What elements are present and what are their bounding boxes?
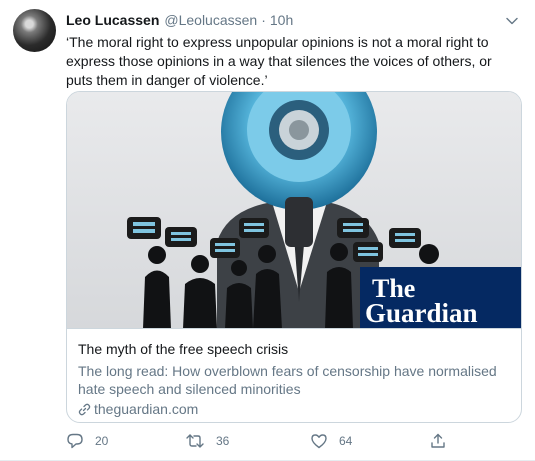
like-count: 64 [339, 434, 353, 448]
share-button[interactable] [429, 430, 447, 452]
timestamp[interactable]: 10h [270, 12, 293, 28]
card-description: The long read: How overblown fears of ce… [78, 363, 497, 397]
heart-icon [311, 434, 327, 449]
tweet-text: ‘The moral right to express unpopular op… [66, 34, 492, 88]
card-domain-text: theguardian.com [94, 401, 199, 417]
like-button[interactable]: 64 [310, 430, 352, 452]
link-card[interactable]: The Guardian The myth of the free speech… [66, 91, 522, 423]
more-options-button[interactable] [503, 12, 521, 30]
chevron-down-icon [506, 17, 518, 25]
guardian-logo-line2: Guardian [365, 298, 478, 328]
card-title[interactable]: The myth of the free speech crisis [78, 340, 512, 359]
author-name[interactable]: Leo Lucassen [66, 12, 159, 28]
reply-count: 20 [95, 434, 109, 448]
share-icon [431, 433, 445, 448]
link-icon [78, 403, 91, 416]
retweet-icon [186, 434, 204, 448]
reply-button[interactable]: 20 [66, 430, 108, 452]
retweet-count: 36 [216, 434, 230, 448]
reply-icon [67, 433, 83, 449]
tweet-actions: 20 36 64 [66, 430, 466, 452]
separator: · [261, 12, 266, 28]
card-image[interactable]: The Guardian [67, 92, 521, 329]
tweet-header: Leo Lucassen @Leolucassen · 10h [66, 12, 293, 30]
card-body[interactable]: The myth of the free speech crisis The l… [67, 329, 521, 422]
megaphone-illustration: The Guardian [67, 92, 521, 328]
card-domain[interactable]: theguardian.com [78, 401, 512, 417]
retweet-button[interactable]: 36 [185, 430, 229, 452]
tweet[interactable]: Leo Lucassen @Leolucassen · 10h ‘The mor… [0, 0, 535, 461]
avatar[interactable] [13, 9, 56, 52]
author-handle[interactable]: @Leolucassen [164, 12, 257, 28]
